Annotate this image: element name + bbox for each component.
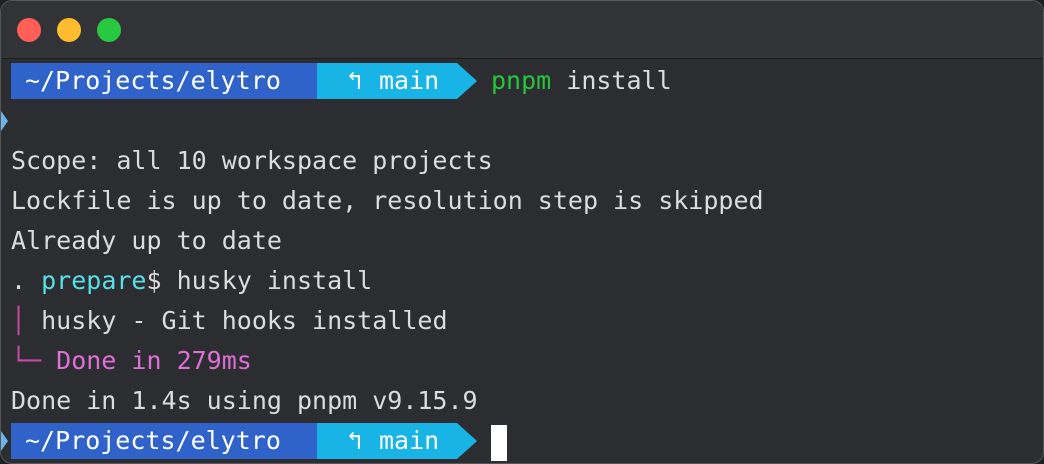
output-done-total: Done in 1.4s using pnpm v9.15.9: [11, 386, 478, 415]
zoom-button[interactable]: [97, 18, 121, 42]
prepare-script: prepare: [41, 266, 147, 295]
prompt-branch: main: [379, 426, 440, 455]
husky-message: husky - Git hooks installed: [41, 306, 448, 335]
done-prepare: Done in 279ms: [56, 346, 252, 375]
prompt-branch-segment: ↰ main: [317, 63, 457, 99]
terminal-content[interactable]: ~/Projects/elytro ↰ main pnpm install Sc…: [1, 59, 1043, 463]
tree-pipe: │: [11, 306, 42, 335]
prompt-path: ~/Projects/elytro: [11, 63, 317, 99]
prompt-continuation-icon: [1, 111, 8, 131]
prepare-dot: .: [11, 266, 42, 295]
output-prepare: . prepare$ husky install: [11, 261, 372, 301]
command-line: pnpm install: [491, 61, 672, 101]
output-husky: │ husky - Git hooks installed: [11, 301, 448, 341]
git-branch-icon: ↰: [347, 426, 363, 455]
prompt-continuation-icon: [1, 431, 8, 451]
command-args: install: [551, 66, 672, 95]
minimize-button[interactable]: [57, 18, 81, 42]
command-program: pnpm: [491, 66, 552, 95]
prompt-path: ~/Projects/elytro: [11, 423, 317, 459]
segment-separator-icon: [457, 63, 477, 99]
prompt-branch-segment: ↰ main: [317, 423, 457, 459]
git-branch-icon: ↰: [347, 66, 363, 95]
output-lockfile: Lockfile is up to date, resolution step …: [11, 186, 764, 215]
tree-end: └─: [11, 346, 57, 375]
output-already: Already up to date: [11, 226, 282, 255]
output-scope: Scope: all 10 workspace projects: [11, 146, 493, 175]
terminal-window: ~/Projects/elytro ↰ main pnpm install Sc…: [0, 0, 1044, 464]
output-done-prepare: └─ Done in 279ms: [11, 341, 252, 381]
segment-separator-icon: [457, 423, 477, 459]
prompt-branch: main: [379, 66, 440, 95]
title-bar: [1, 1, 1043, 59]
text-cursor[interactable]: [491, 425, 507, 461]
prepare-command: $ husky install: [146, 266, 373, 295]
close-button[interactable]: [17, 18, 41, 42]
